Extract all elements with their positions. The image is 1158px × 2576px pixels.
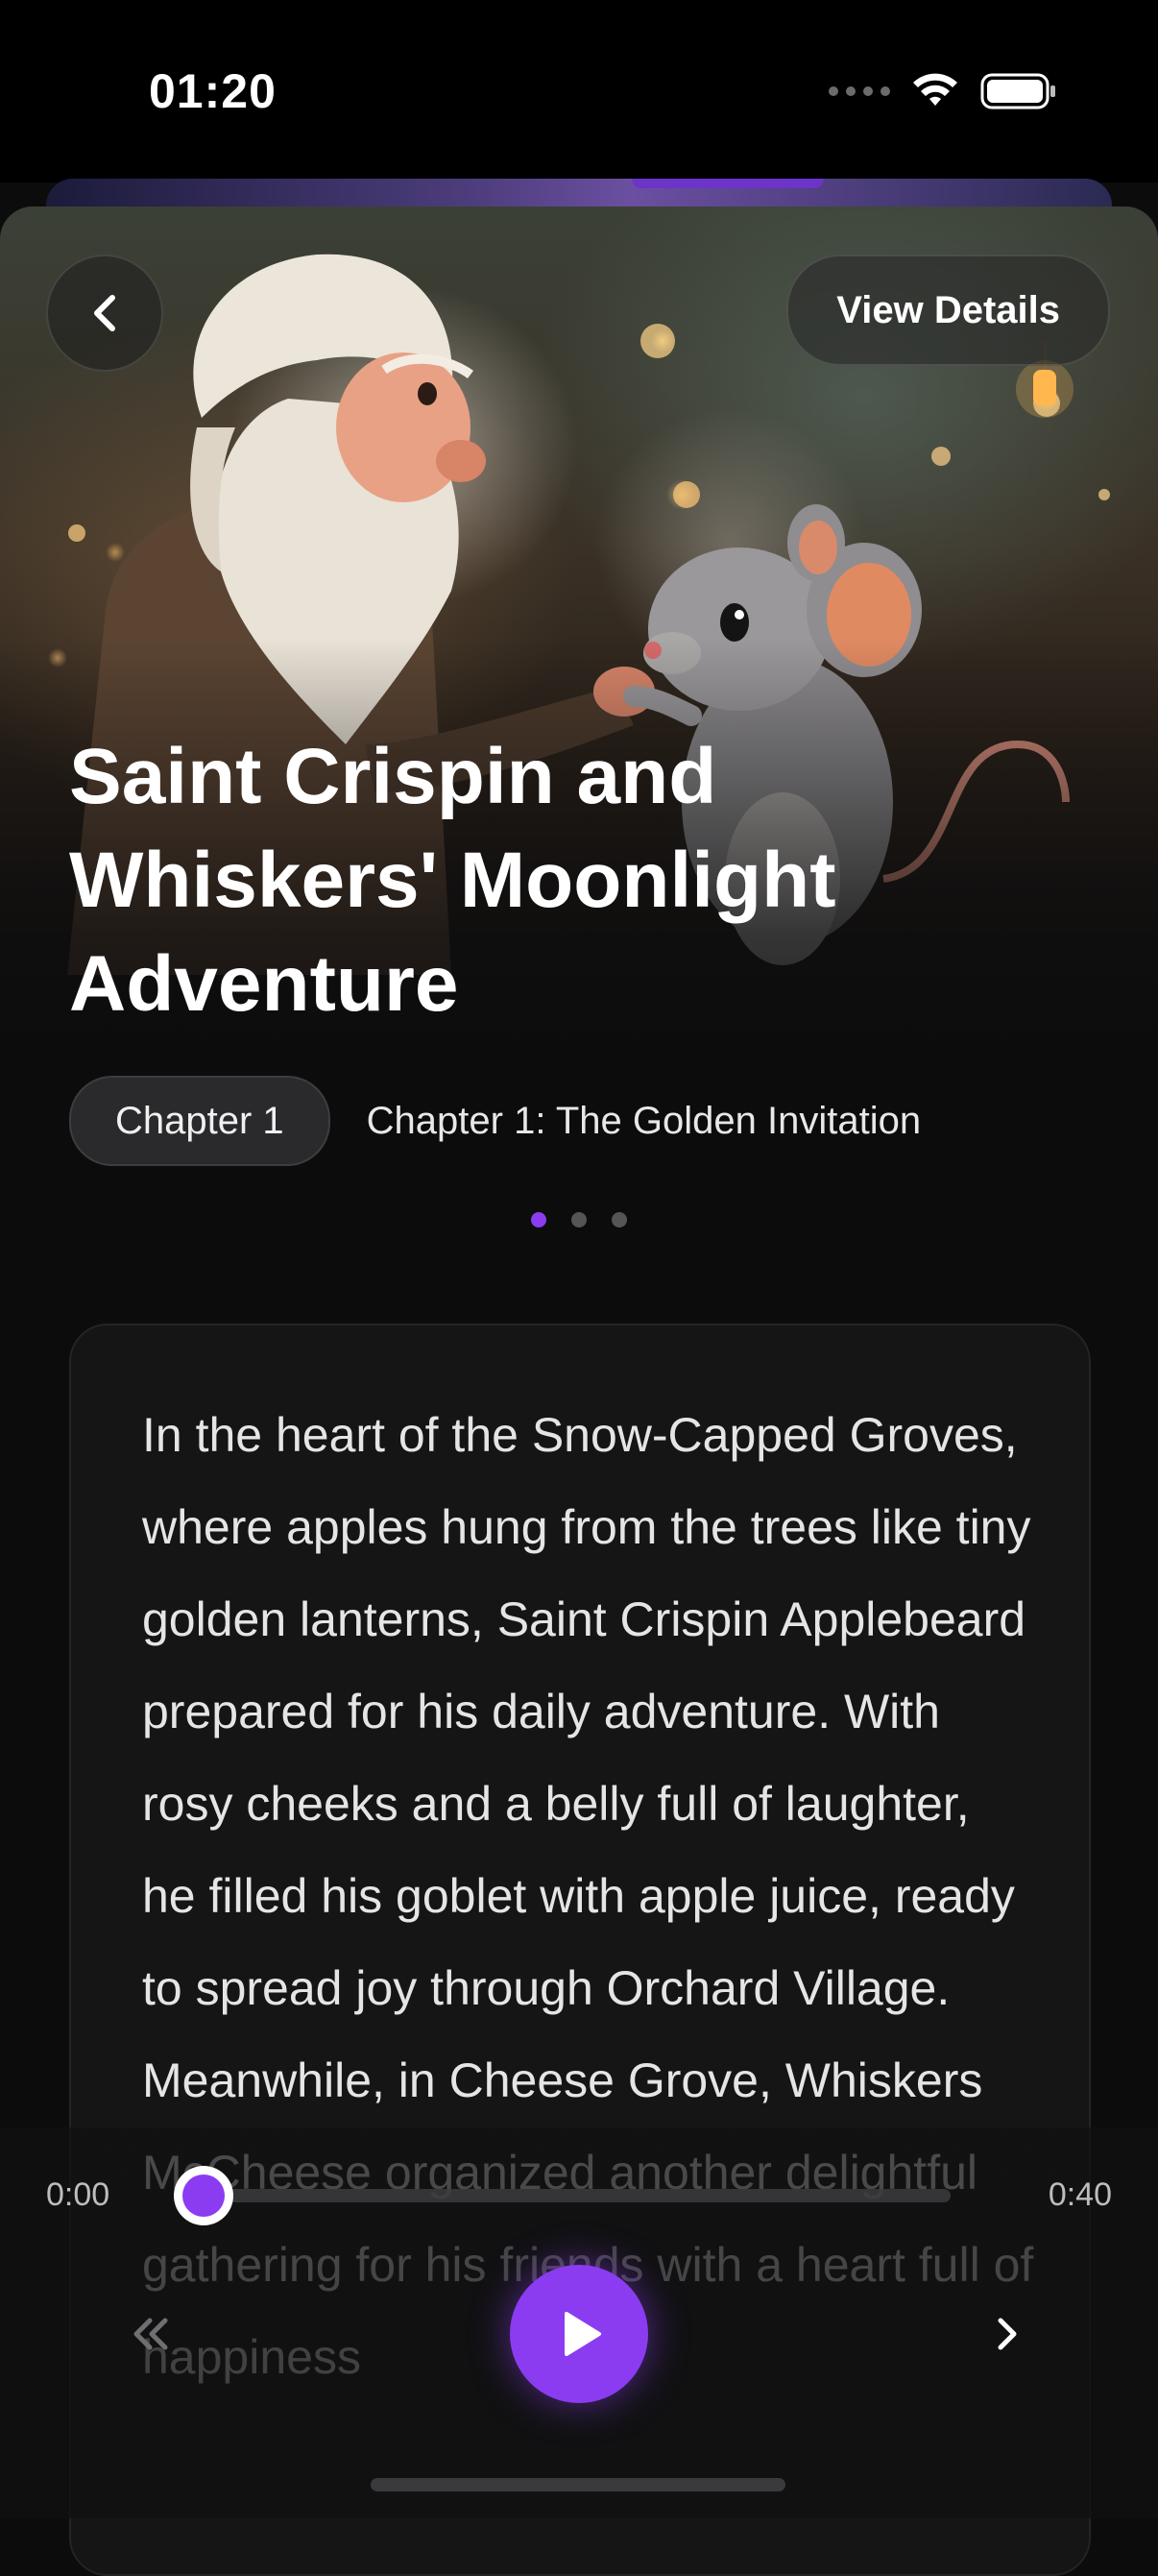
time-total: 0:40 — [1048, 2176, 1112, 2213]
chevron-left-icon — [94, 295, 115, 331]
page-dot-active[interactable] — [531, 1212, 546, 1227]
progress-thumb[interactable] — [174, 2166, 233, 2225]
chapter-row: Chapter 1 Chapter 1: The Golden Invitati… — [69, 1076, 921, 1166]
page-dot[interactable] — [571, 1212, 587, 1227]
chapter-badge[interactable]: Chapter 1 — [69, 1076, 330, 1166]
play-button[interactable] — [510, 2265, 648, 2403]
rewind-button[interactable] — [117, 2300, 184, 2368]
battery-icon — [980, 73, 1055, 109]
chevron-right-icon — [998, 2318, 1017, 2350]
status-bar: 01:20 — [0, 0, 1158, 182]
status-time: 01:20 — [149, 64, 277, 118]
double-chevron-left-icon — [133, 2318, 168, 2350]
view-details-button[interactable]: View Details — [786, 255, 1110, 366]
hero-banner: View Details Saint Crispin and Whiskers'… — [0, 207, 1158, 1177]
play-icon — [565, 2312, 601, 2356]
cellular-signal-icon — [829, 86, 890, 96]
back-button[interactable] — [46, 255, 163, 372]
next-button[interactable] — [975, 2300, 1042, 2368]
wifi-icon — [913, 73, 957, 106]
page-indicator — [0, 1212, 1158, 1227]
time-elapsed: 0:00 — [46, 2176, 110, 2213]
chapter-title: Chapter 1: The Golden Invitation — [366, 1099, 922, 1142]
status-icons — [829, 67, 1057, 115]
story-title: Saint Crispin and Whiskers' Moonlight Ad… — [69, 733, 836, 1028]
home-indicator — [371, 2478, 785, 2491]
progress-bar[interactable] — [204, 2189, 951, 2202]
page-dot[interactable] — [612, 1212, 627, 1227]
